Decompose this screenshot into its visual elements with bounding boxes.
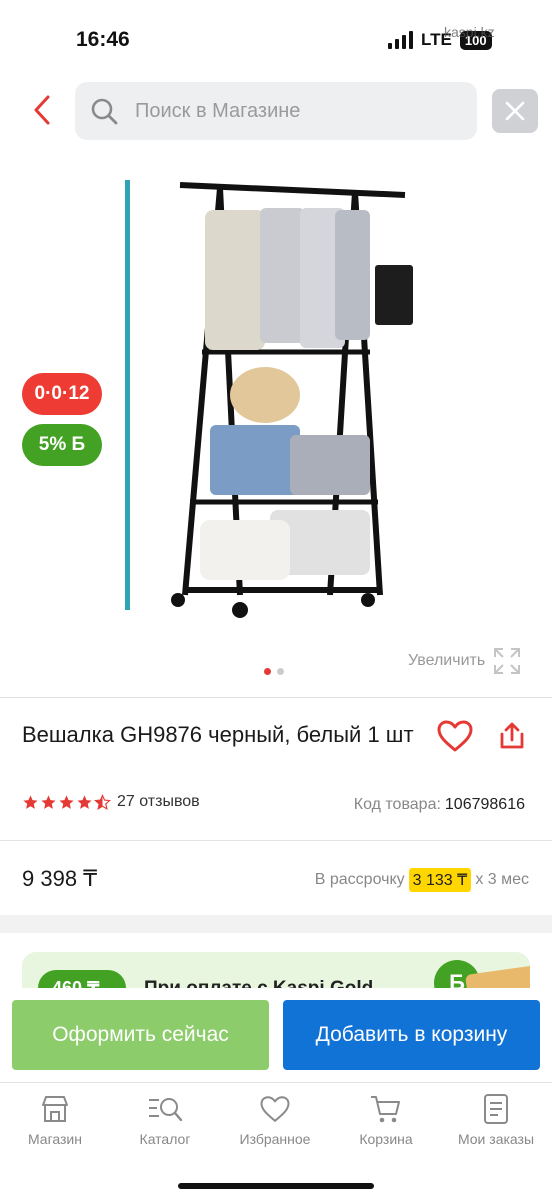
add-to-cart-button[interactable]: Добавить в корзину xyxy=(283,1000,540,1070)
zoom-label: Увеличить xyxy=(408,652,486,669)
status-bar: 16:46 LTE 100 kaspi.kz xyxy=(0,0,552,78)
tab-store[interactable]: Магазин xyxy=(5,1093,105,1147)
tab-label: Каталог xyxy=(139,1131,191,1147)
installment-info[interactable]: В рассрочку 3 133 ₸ х 3 мес xyxy=(315,868,529,892)
orders-icon xyxy=(484,1094,508,1124)
watermark: kaspi.kz xyxy=(444,24,495,40)
back-button[interactable] xyxy=(26,92,58,128)
installment-prefix: В рассрочку xyxy=(314,871,405,888)
pagination-dot-active xyxy=(264,668,271,675)
favorite-button[interactable] xyxy=(434,715,476,757)
rating-stars xyxy=(22,793,111,811)
zoom-button[interactable]: Увеличить xyxy=(408,647,521,675)
product-title: Вешалка GH9876 черный, белый 1 шт xyxy=(22,722,414,747)
search-header xyxy=(0,80,552,142)
star-icon xyxy=(23,794,38,809)
section-separator xyxy=(0,915,552,933)
store-icon xyxy=(42,1096,68,1122)
tab-label: Магазин xyxy=(27,1131,82,1147)
search-icon xyxy=(89,96,119,126)
share-button[interactable] xyxy=(492,715,532,757)
installment-suffix: х 3 мес xyxy=(475,871,529,888)
search-input[interactable] xyxy=(135,99,455,123)
star-icon xyxy=(77,794,92,809)
sku: Код товара: 106798616 xyxy=(354,796,525,814)
installment-amount: 3 133 ₸ xyxy=(408,868,472,892)
half-star-icon xyxy=(94,793,111,810)
share-icon xyxy=(500,722,524,749)
bonus-badge: 5% Б xyxy=(22,424,102,466)
product-gallery[interactable]: 0·0·12 5% Б Увеличить xyxy=(0,150,552,695)
tab-label: Корзина xyxy=(359,1131,413,1147)
product-price: 9 398 ₸ xyxy=(22,866,98,891)
signal-icon xyxy=(388,31,413,49)
sku-label: Код товара: xyxy=(353,796,441,813)
search-box[interactable] xyxy=(75,82,477,140)
cart-icon xyxy=(371,1096,400,1123)
heart-icon xyxy=(260,1096,290,1122)
rating-row[interactable]: 27 отзывов xyxy=(22,793,200,811)
tab-favorites[interactable]: Избранное xyxy=(225,1093,325,1147)
star-icon xyxy=(41,794,56,809)
close-icon xyxy=(505,101,525,121)
tab-label: Избранное xyxy=(239,1131,311,1147)
star-icon xyxy=(59,794,74,809)
status-time: 16:46 xyxy=(76,28,130,51)
pagination-dot xyxy=(277,668,284,675)
clear-search-button[interactable] xyxy=(492,89,538,133)
catalog-search-icon xyxy=(149,1098,183,1122)
buy-now-button[interactable]: Оформить сейчас xyxy=(12,1000,269,1070)
home-indicator xyxy=(178,1183,374,1189)
gallery-pagination xyxy=(264,668,284,675)
product-image[interactable] xyxy=(120,170,420,630)
tab-cart[interactable]: Корзина xyxy=(336,1093,436,1147)
sku-value: 106798616 xyxy=(444,796,525,813)
action-bar: Оформить сейчас Добавить в корзину xyxy=(0,988,552,1080)
divider xyxy=(0,697,552,698)
heart-icon xyxy=(437,720,473,752)
tab-catalog[interactable]: Каталог xyxy=(115,1093,215,1147)
chevron-left-icon xyxy=(34,95,50,125)
expand-icon xyxy=(494,648,521,674)
tab-orders[interactable]: Мои заказы xyxy=(446,1093,546,1147)
installment-badge: 0·0·12 xyxy=(22,373,102,415)
tab-label: Мои заказы xyxy=(457,1131,535,1147)
reviews-link[interactable]: 27 отзывов xyxy=(117,793,200,811)
divider xyxy=(0,840,552,841)
